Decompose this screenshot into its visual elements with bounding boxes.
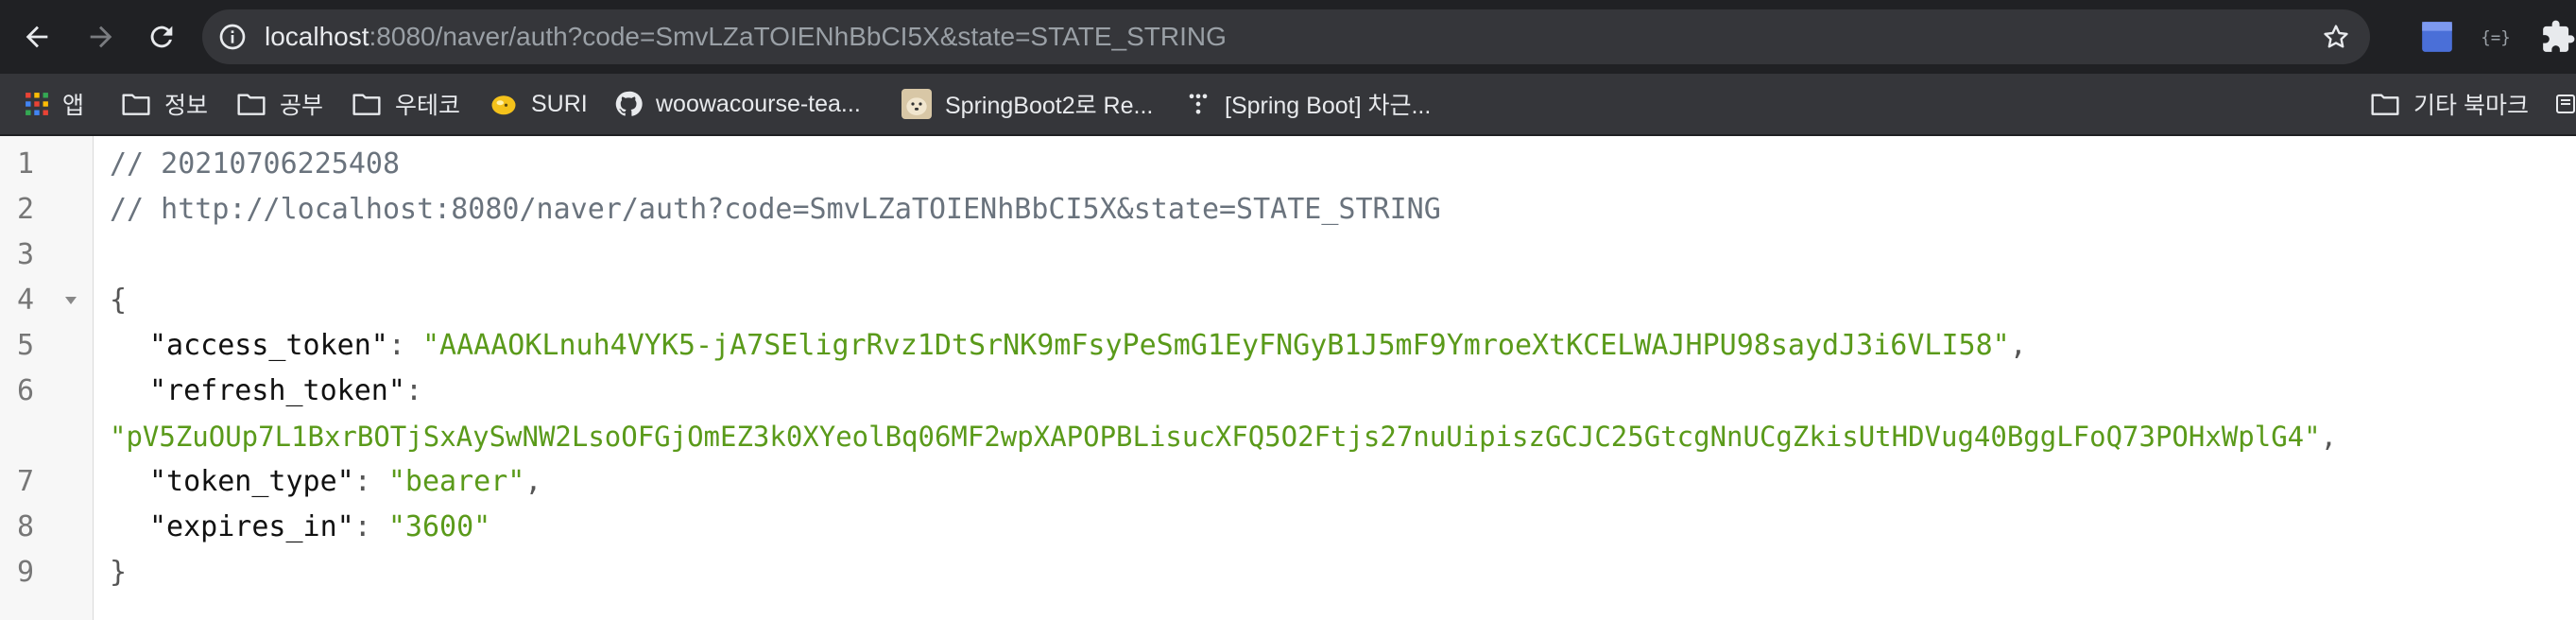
json-string-value: "bearer" [387,465,525,498]
json-key: "access_token" [149,329,388,362]
colon: : [387,329,422,362]
info-icon[interactable] [217,22,248,52]
puzzle-icon[interactable] [2540,19,2576,55]
bookmark-label: 앱 [62,93,85,119]
reload-button[interactable] [140,15,183,59]
colon: : [353,465,388,498]
url-host: localhost [265,22,369,51]
url-path: :8080/naver/auth?code=SmvLZaTOIENhBbCI5X… [369,22,1227,51]
bookmark-apps[interactable]: 앱 [25,74,84,134]
folder-icon [352,94,381,115]
bookmark-label: 우테코 [395,93,461,119]
bookmark-label: SURI [531,90,588,117]
bookmark-label: 정보 [164,93,209,119]
line-number: 2 [17,193,35,226]
comma: , [2320,421,2338,453]
bookmark-woowacourse[interactable]: woowacourse-tea... [614,74,861,134]
json-line-refresh-token-value: "pV5ZuOUp7L1BxrBOTjSxAySwNW2LsoOFGjOmEZ3… [110,414,2337,459]
close-brace: } [110,556,128,589]
svg-text:{=}: {=} [2481,28,2510,47]
folder-icon [237,94,266,115]
line-number: 4 [17,284,35,317]
comment-timestamp: // 20210706225408 [110,147,401,181]
bookmark-other-folder[interactable]: 기타 북마크 [2370,74,2529,134]
blue-square-extension-icon[interactable] [2419,19,2455,55]
bookmark-label: 기타 북마크 [2413,93,2529,119]
line-number: 9 [17,556,35,589]
forward-button[interactable] [79,15,123,59]
json-key: "expires_in" [149,510,354,543]
json-line-token-type: "token_type": "bearer", [149,459,541,505]
json-line-expires-in: "expires_in": "3600" [149,505,490,550]
arrow-right-icon [90,26,112,48]
bookmark-spring-boot-tutorial[interactable]: [Spring Boot] 차근... [1185,74,1431,134]
dots-favicon-icon [1189,94,1208,114]
comment-url: // http://localhost:8080/naver/auth?code… [110,193,1441,226]
lemon-favicon-icon [491,95,516,115]
github-icon [615,91,643,116]
star-icon[interactable] [2321,22,2351,52]
reload-icon [150,26,173,48]
colon: : [404,374,440,407]
comma: , [2009,329,2027,362]
json-string-value: "3600" [387,510,491,543]
open-brace: { [110,284,128,317]
reading-list-icon[interactable] [2555,91,2576,117]
back-button[interactable] [15,15,59,59]
url-text[interactable]: localhost:8080/naver/auth?code=SmvLZaTOI… [265,9,1227,64]
folder-icon [122,94,150,115]
line-number: 7 [17,465,35,498]
line-number: 1 [17,147,35,181]
bookmarks-bar: 앱 정보 공부 우테코 SURI woowacourse-tea... Spri… [0,74,2576,136]
comma: , [524,465,542,498]
colon: : [353,510,388,543]
line-number: 5 [17,329,35,362]
bookmark-label: SpringBoot2로 Re... [945,93,1154,119]
bookmark-springboot2[interactable]: SpringBoot2로 Re... [902,74,1153,134]
brackets-extension-icon[interactable]: {=} [2478,19,2514,55]
fold-toggle-button[interactable] [64,278,77,323]
bookmark-suri[interactable]: SURI [489,74,588,134]
line-number: 6 [17,374,35,407]
json-key: "token_type" [149,465,354,498]
bookmark-folder-info[interactable]: 정보 [121,74,208,134]
browser-toolbar: localhost:8080/naver/auth?code=SmvLZaTOI… [0,0,2576,74]
json-string-value: "pV5ZuOUp7L1BxrBOTjSxAySwNW2LsoOFGjOmEZ3… [110,421,2321,453]
bookmark-folder-study[interactable]: 공부 [236,74,323,134]
line-number: 8 [17,510,35,543]
json-key: "refresh_token" [149,374,405,407]
bookmark-label: [Spring Boot] 차근... [1225,93,1432,119]
json-string-value: "AAAAOKLnuh4VYK5-jA7SEligrRvz1DtSrNK9mFs… [422,329,2010,362]
dog-favicon-icon [902,89,932,119]
triangle-down-icon [65,297,77,304]
arrow-left-icon [26,26,48,48]
apps-grid-icon [26,93,48,115]
line-number: 3 [17,238,35,271]
folder-icon [2371,94,2399,115]
address-bar[interactable]: localhost:8080/naver/auth?code=SmvLZaTOI… [202,9,2370,64]
json-line-access-token: "access_token": "AAAAOKLnuh4VYK5-jA7SEli… [149,323,2027,369]
json-line-refresh-token-key: "refresh_token": [149,369,439,414]
bookmark-label: woowacourse-tea... [656,90,861,117]
bookmark-label: 공부 [280,93,324,119]
bookmark-folder-wooteco[interactable]: 우테코 [352,74,460,134]
